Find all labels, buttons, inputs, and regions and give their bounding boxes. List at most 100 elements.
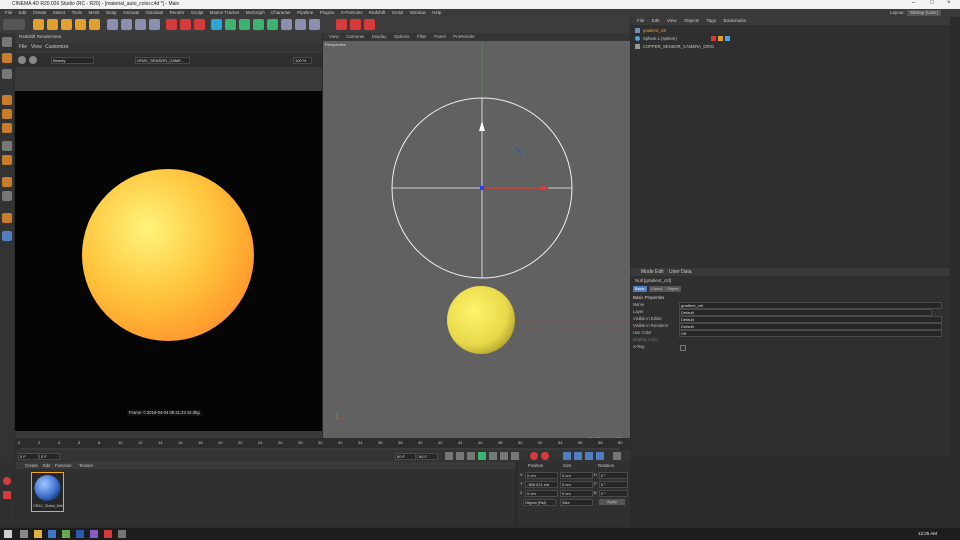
close-icon[interactable]: × xyxy=(947,0,951,6)
light-icon[interactable] xyxy=(309,19,320,30)
material-swatch[interactable]: ORAY_Global_Mat xyxy=(31,472,64,512)
beauty-select[interactable]: Beauty xyxy=(51,57,94,64)
renderview-menu-file[interactable]: File xyxy=(19,44,27,50)
visible-renderer-select[interactable]: Default xyxy=(679,323,942,330)
play-icon[interactable] xyxy=(478,452,486,460)
max-frame-field[interactable]: 60 F xyxy=(417,453,438,460)
next-frame-icon[interactable] xyxy=(489,452,497,460)
name-field[interactable]: gradient_ctrl xyxy=(679,302,942,309)
attr-menu-user-data[interactable]: User Data xyxy=(669,269,692,275)
menu-item[interactable]: Redshift xyxy=(369,9,386,17)
prev-key-icon[interactable] xyxy=(456,452,464,460)
undo-icon[interactable] xyxy=(3,19,25,30)
viewport-canvas[interactable]: Perspective Grid Spacing : 100 xyxy=(323,41,630,443)
select-tool-icon[interactable] xyxy=(75,19,86,30)
use-color-select[interactable]: Off xyxy=(679,330,942,337)
transform-tool-icon[interactable] xyxy=(89,19,100,30)
menu-item[interactable]: Select xyxy=(53,9,66,17)
attr-menu-mode[interactable]: Mode xyxy=(641,269,654,275)
phong-tag-icon[interactable] xyxy=(718,36,723,41)
goto-start-icon[interactable] xyxy=(445,452,453,460)
texture-mode-icon[interactable] xyxy=(2,69,12,79)
redshift-ipr-icon[interactable] xyxy=(350,19,361,30)
om-menu-file[interactable]: File xyxy=(637,17,644,25)
aov-select[interactable]: ORAY_SENSOR_CAME... xyxy=(135,57,190,64)
move-tool-icon[interactable] xyxy=(33,19,44,30)
rotation-p-field[interactable]: 0 ° xyxy=(599,481,628,488)
om-menu-objects[interactable]: Objects xyxy=(684,17,699,25)
menu-item[interactable]: File xyxy=(5,9,12,17)
xray-checkbox[interactable] xyxy=(680,345,686,351)
redshift-settings-icon[interactable] xyxy=(364,19,375,30)
coordinate-system-icon[interactable] xyxy=(149,19,160,30)
position-x-field[interactable]: 0 cm xyxy=(525,472,558,479)
size-z-field[interactable]: 0 cm xyxy=(560,490,593,497)
end-frame-field[interactable]: 60 F xyxy=(395,453,416,460)
attr-menu-edit[interactable]: Edit xyxy=(655,269,664,275)
renderview-menu-customize[interactable]: Customize xyxy=(45,44,69,50)
menu-item[interactable]: Help xyxy=(432,9,441,17)
material-tag-icon[interactable] xyxy=(711,36,716,41)
menu-item[interactable]: Simulate xyxy=(146,9,164,17)
prev-frame-icon[interactable] xyxy=(467,452,475,460)
menu-item[interactable]: Plugins xyxy=(320,9,335,17)
z-axis-icon[interactable] xyxy=(135,19,146,30)
render-picture-viewer-icon[interactable] xyxy=(180,19,191,30)
renderview-menu-view[interactable]: View xyxy=(31,44,42,50)
tab-object[interactable]: Object xyxy=(665,286,681,292)
layer-field[interactable]: Default xyxy=(679,309,932,316)
key-scale-icon[interactable] xyxy=(574,452,582,460)
tab-coord[interactable]: Coord. xyxy=(649,286,666,292)
mat-menu-create[interactable]: Create xyxy=(25,463,38,468)
list-item[interactable]: COPPER_SENSOR_CAMERA_ORIG xyxy=(635,43,714,50)
browser-icon[interactable] xyxy=(48,530,56,538)
maximize-icon[interactable]: □ xyxy=(930,0,934,6)
texture-tag-icon[interactable] xyxy=(725,36,730,41)
record-icon[interactable] xyxy=(530,452,538,460)
app-icon-2[interactable] xyxy=(90,530,98,538)
size-x-field[interactable]: 0 cm xyxy=(560,472,593,479)
om-menu-tags[interactable]: Tags xyxy=(707,17,717,25)
rotation-b-field[interactable]: 0 ° xyxy=(599,490,628,497)
menu-item[interactable]: Animate xyxy=(123,9,140,17)
viewport-sphere[interactable] xyxy=(447,286,515,354)
viewport-menu-panel[interactable]: Panel xyxy=(434,33,446,41)
cinema4d-taskbar-icon[interactable] xyxy=(76,530,84,538)
menu-item[interactable]: Mesh xyxy=(89,9,100,17)
viewport-menu-cameras[interactable]: Cameras xyxy=(346,33,364,41)
subdivision-icon[interactable] xyxy=(239,19,250,30)
key-rotation-icon[interactable] xyxy=(585,452,593,460)
windows-start-icon[interactable] xyxy=(4,530,12,538)
zoom-field[interactable]: 100 % xyxy=(293,57,312,64)
mat-menu-function[interactable]: Function xyxy=(55,463,71,468)
list-item[interactable]: gradient_ctrl xyxy=(635,27,705,34)
tab-basic[interactable]: Basic xyxy=(633,286,647,292)
menu-item[interactable]: Character xyxy=(271,9,291,17)
file-explorer-icon[interactable] xyxy=(34,530,42,538)
rotation-h-field[interactable]: 0 ° xyxy=(599,472,628,479)
goto-end-icon[interactable] xyxy=(511,452,519,460)
om-menu-bookmarks[interactable]: Bookmarks xyxy=(723,17,746,25)
menu-item[interactable]: Snap xyxy=(106,9,117,17)
apply-button[interactable]: Apply xyxy=(599,499,625,505)
camera-icon[interactable] xyxy=(295,19,306,30)
rotate-tool-icon[interactable] xyxy=(61,19,72,30)
viewport-menu-view[interactable]: View xyxy=(329,33,339,41)
minimize-icon[interactable]: – xyxy=(912,0,915,6)
gizmo-center[interactable] xyxy=(480,186,484,190)
coord-size-select[interactable]: Size xyxy=(560,499,593,506)
viewport-menu-filter[interactable]: Filter xyxy=(417,33,427,41)
cube-icon[interactable] xyxy=(211,19,222,30)
menu-item[interactable]: Motion Tracker xyxy=(210,9,240,17)
current-frame-field[interactable]: 0 F xyxy=(18,453,39,460)
menu-item[interactable]: Window xyxy=(410,9,426,17)
y-axis-icon[interactable] xyxy=(121,19,132,30)
app-icon-4[interactable] xyxy=(118,530,126,538)
layout-select[interactable]: Startup (User) xyxy=(907,10,942,16)
axis-mode-icon[interactable] xyxy=(2,141,12,151)
mat-menu-texture[interactable]: Texture xyxy=(79,463,93,468)
size-y-field[interactable]: 0 cm xyxy=(560,481,593,488)
position-y-field[interactable]: -366.021 cm xyxy=(525,481,558,488)
viewport-menu-prorender[interactable]: ProRender xyxy=(453,33,475,41)
viewport-menu-display[interactable]: Display xyxy=(372,33,387,41)
